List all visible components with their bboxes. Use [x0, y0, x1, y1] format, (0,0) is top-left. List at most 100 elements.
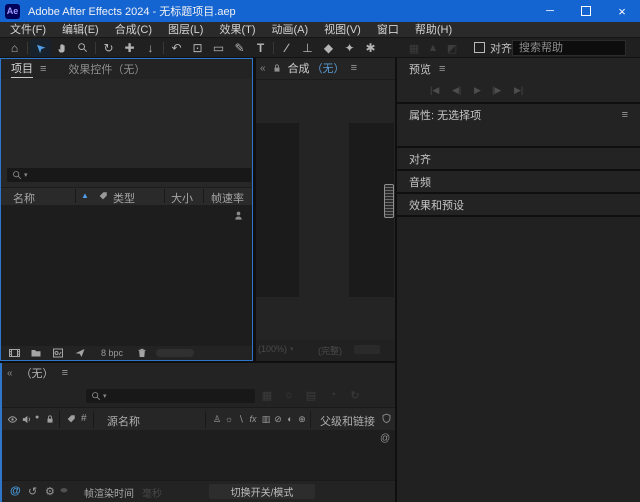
layer-number-column[interactable]: #: [81, 413, 87, 424]
quality-switch-icon[interactable]: ∖: [235, 414, 247, 425]
preview-panel-header[interactable]: 预览 ≡: [397, 58, 640, 79]
pen-tool-icon[interactable]: ✎: [229, 39, 250, 57]
roto-brush-tool-icon[interactable]: ✦: [339, 39, 360, 57]
puppet-pin-tool-icon[interactable]: ✱: [360, 39, 381, 57]
column-parent-link[interactable]: 父级和链接: [320, 413, 375, 429]
hide-shy-layers-icon[interactable]: ▤: [302, 389, 320, 402]
column-frame-rate[interactable]: 帧速率: [211, 190, 244, 206]
interpret-footage-icon[interactable]: [8, 347, 21, 359]
pan-behind-tool-icon[interactable]: ⊡: [187, 39, 208, 57]
help-search-input[interactable]: 搜索帮助: [512, 40, 626, 56]
next-frame-button[interactable]: |▶: [492, 85, 501, 96]
menu-item-composition[interactable]: 合成(C): [107, 22, 160, 38]
minimize-button[interactable]: ─: [532, 0, 568, 22]
column-type[interactable]: 类型: [113, 190, 135, 206]
label-color-icon[interactable]: [66, 414, 76, 424]
panel-collapse-icon[interactable]: «: [7, 368, 13, 379]
tab-timeline-none[interactable]: （无）: [21, 365, 54, 381]
composition-viewer[interactable]: [256, 79, 395, 341]
timeline-search-input[interactable]: ▾: [86, 389, 255, 403]
new-composition-icon[interactable]: [52, 347, 64, 359]
tab-composition-none[interactable]: （无）: [312, 60, 345, 76]
effects-presets-panel-header[interactable]: 效果和预设: [397, 194, 640, 215]
workspace-aux-icon[interactable]: ▦: [405, 42, 423, 55]
ms-dropdown[interactable]: 毫秒: [142, 485, 162, 500]
type-tool-icon[interactable]: T: [250, 39, 271, 57]
pick-whip-icon[interactable]: @: [380, 433, 390, 444]
color-depth-button[interactable]: 8 bpc: [101, 348, 123, 358]
panel-collapse-icon[interactable]: «: [260, 63, 266, 74]
frame-render-time-label[interactable]: 帧渲染时间: [84, 485, 134, 500]
motion-blur-icon[interactable]: ↻: [346, 389, 364, 402]
properties-panel-menu-icon[interactable]: ≡: [622, 109, 628, 121]
draft-3d-icon[interactable]: ☼: [280, 389, 298, 401]
menu-item-view[interactable]: 视图(V): [316, 22, 369, 38]
shy-switch-icon[interactable]: ♙: [211, 414, 223, 425]
timeline-track-area[interactable]: @: [2, 430, 395, 480]
project-search-input[interactable]: ▾: [7, 168, 251, 182]
tab-composition[interactable]: 合成: [288, 60, 310, 76]
align-panel-header[interactable]: 对齐: [397, 148, 640, 169]
tab-effect-controls[interactable]: 效果控件（无）: [68, 61, 145, 77]
3d-layer-switch-icon[interactable]: ⊕: [296, 414, 308, 425]
adjustment-layer-switch-icon[interactable]: ◐: [284, 414, 296, 424]
lock-icon[interactable]: [45, 414, 55, 424]
last-frame-button[interactable]: ▶|: [514, 85, 523, 96]
menu-item-layer[interactable]: 图层(L): [160, 22, 211, 38]
column-source-name[interactable]: 源名称: [107, 413, 140, 429]
panel-grip[interactable]: [384, 184, 394, 218]
audio-speaker-icon[interactable]: [21, 414, 32, 425]
maximize-button[interactable]: [568, 0, 604, 22]
frame-blend-switch-icon[interactable]: ▥: [260, 414, 272, 425]
menu-item-effect[interactable]: 效果(T): [211, 22, 263, 38]
audio-panel-header[interactable]: 音频: [397, 171, 640, 192]
cache-refresh-icon[interactable]: ↺: [28, 485, 37, 498]
dolly-camera-tool-icon[interactable]: ↓: [140, 39, 161, 57]
fx-switch-icon[interactable]: fx: [247, 414, 259, 424]
device-icon[interactable]: ●: [59, 485, 69, 496]
share-project-icon[interactable]: [74, 347, 86, 359]
mini-flowchart-icon[interactable]: ▦: [258, 389, 276, 402]
menu-item-help[interactable]: 帮助(H): [407, 22, 460, 38]
tab-project[interactable]: 项目: [11, 60, 33, 78]
motion-blur-switch-icon[interactable]: ⊘: [272, 414, 284, 425]
collapse-transformations-icon[interactable]: ☼: [223, 414, 235, 424]
pan-camera-tool-icon[interactable]: ✚: [119, 39, 140, 57]
column-name[interactable]: 名称: [13, 190, 35, 206]
comp-aux-dropdown[interactable]: [354, 345, 380, 354]
frame-blending-icon[interactable]: ◔: [324, 389, 342, 401]
trash-icon[interactable]: [136, 347, 148, 359]
preview-panel-menu-icon[interactable]: ≡: [439, 63, 445, 75]
menu-item-animation[interactable]: 动画(A): [264, 22, 317, 38]
properties-panel-header[interactable]: 属性: 无选择项 ≡: [397, 104, 640, 125]
eraser-tool-icon[interactable]: ◆: [318, 39, 339, 57]
project-item-list[interactable]: [1, 205, 252, 346]
close-button[interactable]: ×: [604, 0, 640, 22]
viewer-lock-icon[interactable]: [272, 63, 282, 73]
play-button[interactable]: ▶: [474, 85, 481, 96]
project-panel-menu-icon[interactable]: ≡: [40, 63, 46, 75]
settings-gear-icon[interactable]: ⚙: [45, 485, 55, 498]
workspace-aux-icon[interactable]: ◩: [443, 42, 461, 55]
menu-item-window[interactable]: 窗口: [369, 22, 407, 38]
workspace-aux-icon[interactable]: ▲: [424, 42, 442, 54]
render-time-snail-icon[interactable]: @: [10, 485, 21, 497]
clone-stamp-tool-icon[interactable]: ⊥: [297, 39, 318, 57]
magnification-dropdown[interactable]: (100%): [258, 344, 287, 354]
toggle-switches-modes-button[interactable]: 切换开关/模式: [209, 484, 315, 499]
new-folder-icon[interactable]: [30, 347, 42, 359]
timeline-panel-menu-icon[interactable]: ≡: [62, 367, 68, 379]
menu-item-file[interactable]: 文件(F): [2, 22, 54, 38]
column-size[interactable]: 大小: [171, 190, 193, 206]
resolution-dropdown[interactable]: (完整): [318, 344, 342, 357]
brush-tool-icon[interactable]: ∕: [276, 39, 297, 57]
selection-tool-icon[interactable]: ➤: [30, 39, 51, 57]
home-tool-icon[interactable]: ⌂: [4, 39, 25, 57]
composition-panel-menu-icon[interactable]: ≡: [351, 62, 357, 74]
previous-frame-button[interactable]: ◀|: [452, 85, 461, 96]
label-color-column-icon[interactable]: [98, 191, 108, 201]
zoom-tool-icon[interactable]: [72, 39, 93, 57]
first-frame-button[interactable]: |◀: [430, 85, 439, 96]
video-eye-icon[interactable]: [7, 414, 18, 425]
snap-checkbox[interactable]: [474, 42, 485, 53]
